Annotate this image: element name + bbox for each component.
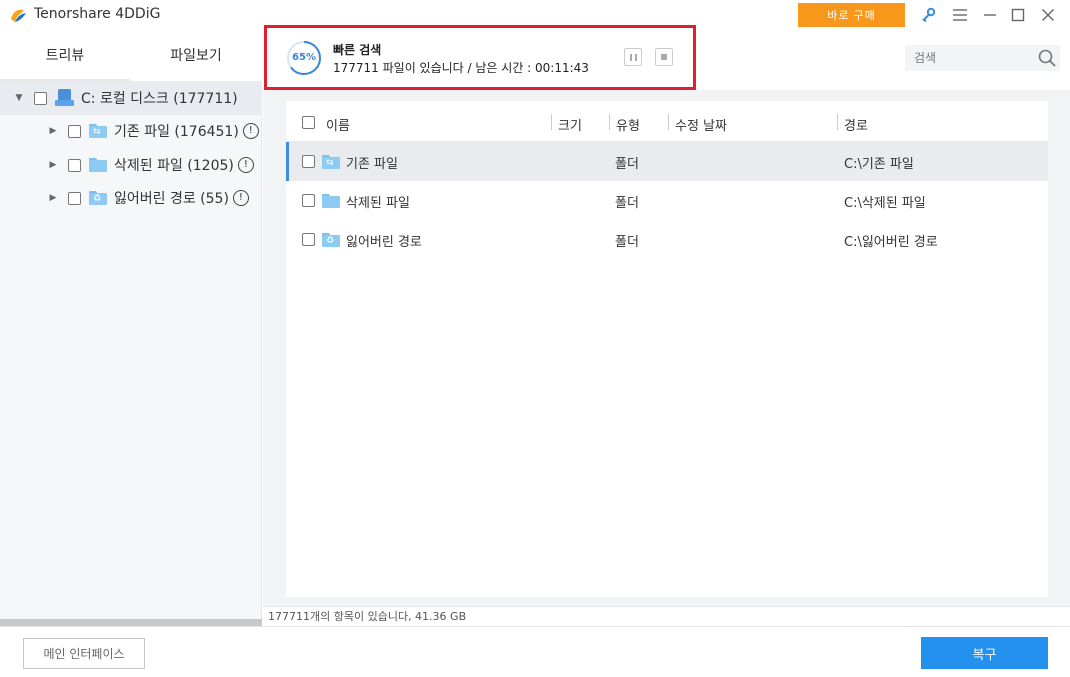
column-type[interactable]: 유형: [616, 115, 640, 134]
tree-item-deleted-files[interactable]: ▶ 삭제된 파일 (1205) !: [0, 148, 254, 182]
info-icon[interactable]: !: [232, 190, 249, 206]
column-separator[interactable]: [609, 114, 610, 130]
file-path: C:\기존 파일: [844, 157, 914, 172]
file-row-deleted[interactable]: 삭제된 파일 폴더 C:\삭제된 파일: [286, 181, 1048, 220]
tree-item-label: 기존 파일 (176451): [114, 124, 239, 140]
view-tabs: 트리뷰 파일보기: [0, 31, 262, 81]
tree-checkbox[interactable]: [34, 91, 47, 105]
column-separator[interactable]: [837, 114, 838, 130]
close-icon[interactable]: [1038, 5, 1058, 25]
expand-arrow-icon[interactable]: ▶: [48, 160, 58, 170]
minimize-icon[interactable]: [980, 5, 1000, 25]
file-path: C:\삭제된 파일: [844, 196, 926, 211]
progress-percent: 65%: [292, 52, 316, 63]
pause-button[interactable]: [624, 48, 642, 66]
status-bar: 177711개의 항목이 있습니다, 41.36 GB: [263, 606, 1070, 626]
menu-icon[interactable]: [950, 5, 970, 25]
tree-item-lost-path[interactable]: ▶ ♻ 잃어버린 경로 (55) !: [0, 181, 249, 215]
folder-icon: [322, 194, 340, 208]
bottom-bar: [0, 626, 1070, 677]
file-path: C:\잃어버린 경로: [844, 235, 938, 250]
info-icon[interactable]: !: [237, 157, 254, 173]
file-type: 폴더: [615, 235, 639, 250]
expand-arrow-icon[interactable]: ▶: [48, 193, 58, 203]
info-icon[interactable]: !: [242, 123, 259, 139]
file-type: 폴더: [615, 157, 639, 172]
column-modified[interactable]: 수정 날짜: [675, 115, 727, 134]
tree-item-existing-files[interactable]: ▶ ⇆ 기존 파일 (176451) !: [0, 114, 259, 148]
file-name: 잃어버린 경로: [346, 235, 422, 250]
column-size[interactable]: 크기: [558, 115, 582, 134]
tab-tree-view[interactable]: 트리뷰: [0, 31, 130, 81]
file-name: 삭제된 파일: [346, 196, 410, 211]
maximize-icon[interactable]: [1008, 5, 1028, 25]
existing-folder-icon: ⇆: [89, 124, 107, 138]
existing-folder-icon: ⇆: [322, 155, 340, 169]
file-row-existing[interactable]: ⇆ 기존 파일 폴더 C:\기존 파일: [286, 142, 1048, 181]
tree-checkbox[interactable]: [68, 124, 81, 138]
buy-now-button[interactable]: 바로 구매: [798, 3, 905, 27]
recover-button[interactable]: 복구: [921, 637, 1048, 669]
recycle-folder-icon: ♻: [322, 233, 340, 247]
recycle-folder-icon: ♻: [89, 191, 107, 205]
scan-status: 177711 파일이 있습니다 / 남은 시간 : 00:11:43: [333, 61, 589, 75]
file-list-header: 이름 크기 유형 수정 날짜 경로: [286, 104, 1048, 142]
tree-item-label: C: 로컬 디스크 (177711): [81, 91, 238, 107]
file-name: 기존 파일: [346, 157, 398, 172]
tab-file-view[interactable]: 파일보기: [130, 31, 262, 81]
tree-checkbox[interactable]: [68, 158, 81, 172]
column-name[interactable]: 이름: [326, 115, 350, 134]
app-logo-icon: [11, 9, 26, 22]
tree-item-root[interactable]: ▼ C: 로컬 디스크 (177711): [0, 81, 262, 115]
file-type: 폴더: [615, 196, 639, 211]
tree-checkbox[interactable]: [68, 191, 81, 205]
drive-icon: [55, 89, 75, 107]
search-icon[interactable]: [1037, 48, 1057, 68]
column-separator[interactable]: [551, 114, 552, 130]
expand-arrow-icon[interactable]: ▶: [48, 126, 58, 136]
column-path[interactable]: 경로: [844, 115, 868, 134]
row-checkbox[interactable]: [302, 233, 315, 246]
row-checkbox[interactable]: [302, 194, 315, 207]
collapse-arrow-icon[interactable]: ▼: [14, 93, 24, 103]
key-icon[interactable]: [918, 5, 938, 25]
scan-title: 빠른 검색: [333, 43, 382, 57]
select-all-checkbox[interactable]: [302, 116, 315, 129]
folder-icon: [89, 158, 107, 172]
row-checkbox[interactable]: [302, 155, 315, 168]
sidebar: 트리뷰 파일보기 ▼ C: 로컬 디스크 (177711) ▶ ⇆ 기존 파일 …: [0, 31, 262, 628]
column-separator[interactable]: [668, 114, 669, 130]
app-title: Tenorshare 4DDiG: [34, 6, 161, 22]
tree-item-label: 잃어버린 경로 (55): [114, 191, 229, 207]
tree-item-label: 삭제된 파일 (1205): [114, 158, 234, 174]
file-row-lost-path[interactable]: ♻ 잃어버린 경로 폴더 C:\잃어버린 경로: [286, 220, 1048, 259]
stop-button[interactable]: [655, 48, 673, 66]
main-interface-button[interactable]: 메인 인터페이스: [23, 638, 145, 669]
